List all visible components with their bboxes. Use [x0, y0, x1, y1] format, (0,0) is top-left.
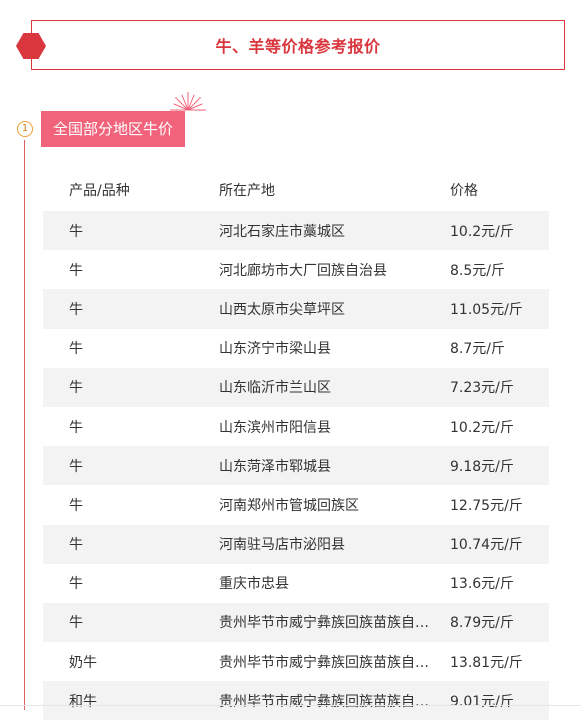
table-row: 和牛 贵州毕节市威宁彝族回族苗族自… 9.01元/斤	[43, 681, 549, 720]
table-row: 牛 河北廊坊市大厂回族自治县 8.5元/斤	[43, 250, 549, 289]
table-row: 牛 山东临沂市兰山区 7.23元/斤	[43, 367, 549, 407]
table-row: 牛 山东济宁市梁山县 8.7元/斤	[43, 329, 549, 368]
timeline-line	[24, 140, 25, 710]
cell-price: 9.01元/斤	[450, 693, 514, 710]
cell-origin: 山东济宁市梁山县	[219, 341, 331, 358]
cell-price: 8.5元/斤	[450, 262, 505, 279]
cell-price: 9.18元/斤	[450, 458, 514, 475]
table-row: 牛 山东滨州市阳信县 10.2元/斤	[43, 407, 549, 446]
cell-price: 10.2元/斤	[450, 223, 514, 240]
bottom-divider	[0, 705, 581, 706]
cell-product: 牛	[69, 497, 83, 514]
cell-product: 和牛	[69, 693, 97, 710]
cell-price: 10.2元/斤	[450, 419, 514, 436]
cell-product: 牛	[69, 576, 83, 593]
cell-origin: 贵州毕节市威宁彝族回族苗族自…	[219, 654, 429, 671]
cell-origin: 贵州毕节市威宁彝族回族苗族自…	[219, 693, 429, 710]
table-row: 牛 贵州毕节市威宁彝族回族苗族自… 8.79元/斤	[43, 602, 549, 643]
cell-price: 8.7元/斤	[450, 341, 505, 358]
title-box: 牛、羊等价格参考报价	[31, 20, 565, 70]
cell-origin: 河北石家庄市藁城区	[219, 223, 345, 240]
cell-price: 12.75元/斤	[450, 497, 523, 514]
cell-origin: 山东临沂市兰山区	[219, 380, 331, 397]
cell-price: 10.74元/斤	[450, 537, 523, 554]
cell-product: 牛	[69, 341, 83, 358]
cell-price: 7.23元/斤	[450, 380, 514, 397]
table-row: 牛 山东菏泽市郓城县 9.18元/斤	[43, 446, 549, 486]
table-row: 奶牛 贵州毕节市威宁彝族回族苗族自… 13.81元/斤	[43, 642, 549, 681]
cell-price: 13.6元/斤	[450, 576, 514, 593]
cell-product: 牛	[69, 615, 83, 632]
table-row: 牛 河南驻马店市泌阳县 10.74元/斤	[43, 524, 549, 564]
cell-origin: 山西太原市尖草坪区	[219, 301, 345, 318]
price-table: 产品/品种 所在产地 价格 牛 河北石家庄市藁城区 10.2元/斤 牛 河北廊坊…	[43, 168, 549, 720]
cell-product: 牛	[69, 301, 83, 318]
step-number-badge: 1	[17, 121, 33, 137]
cell-origin: 河南郑州市管城回族区	[219, 497, 359, 514]
cell-origin: 河南驻马店市泌阳县	[219, 537, 345, 554]
header-product: 产品/品种	[69, 182, 130, 199]
cell-origin: 贵州毕节市威宁彝族回族苗族自…	[219, 615, 429, 632]
cell-product: 牛	[69, 223, 83, 240]
sparkle-icon	[170, 92, 206, 111]
cell-product: 牛	[69, 458, 83, 475]
table-row: 牛 河南郑州市管城回族区 12.75元/斤	[43, 485, 549, 524]
page-title: 牛、羊等价格参考报价	[215, 37, 381, 56]
header-price: 价格	[450, 182, 478, 199]
cell-product: 牛	[69, 419, 83, 436]
section-label: 全国部分地区牛价	[41, 111, 186, 147]
header-origin: 所在产地	[219, 182, 275, 199]
table-row: 牛 重庆市忠县 13.6元/斤	[43, 564, 549, 603]
table-row: 牛 河北石家庄市藁城区 10.2元/斤	[43, 211, 549, 251]
cell-product: 牛	[69, 537, 83, 554]
cell-product: 奶牛	[69, 654, 97, 671]
cell-origin: 山东菏泽市郓城县	[219, 458, 331, 475]
table-row: 牛 山西太原市尖草坪区 11.05元/斤	[43, 289, 549, 329]
table-header: 产品/品种 所在产地 价格	[43, 168, 549, 211]
cell-price: 11.05元/斤	[450, 301, 523, 318]
cell-product: 牛	[69, 380, 83, 397]
cell-price: 13.81元/斤	[450, 654, 523, 671]
cell-origin: 河北廊坊市大厂回族自治县	[219, 262, 387, 279]
cell-origin: 山东滨州市阳信县	[219, 419, 331, 436]
cell-price: 8.79元/斤	[450, 615, 514, 632]
cell-origin: 重庆市忠县	[219, 576, 289, 593]
cell-product: 牛	[69, 262, 83, 279]
